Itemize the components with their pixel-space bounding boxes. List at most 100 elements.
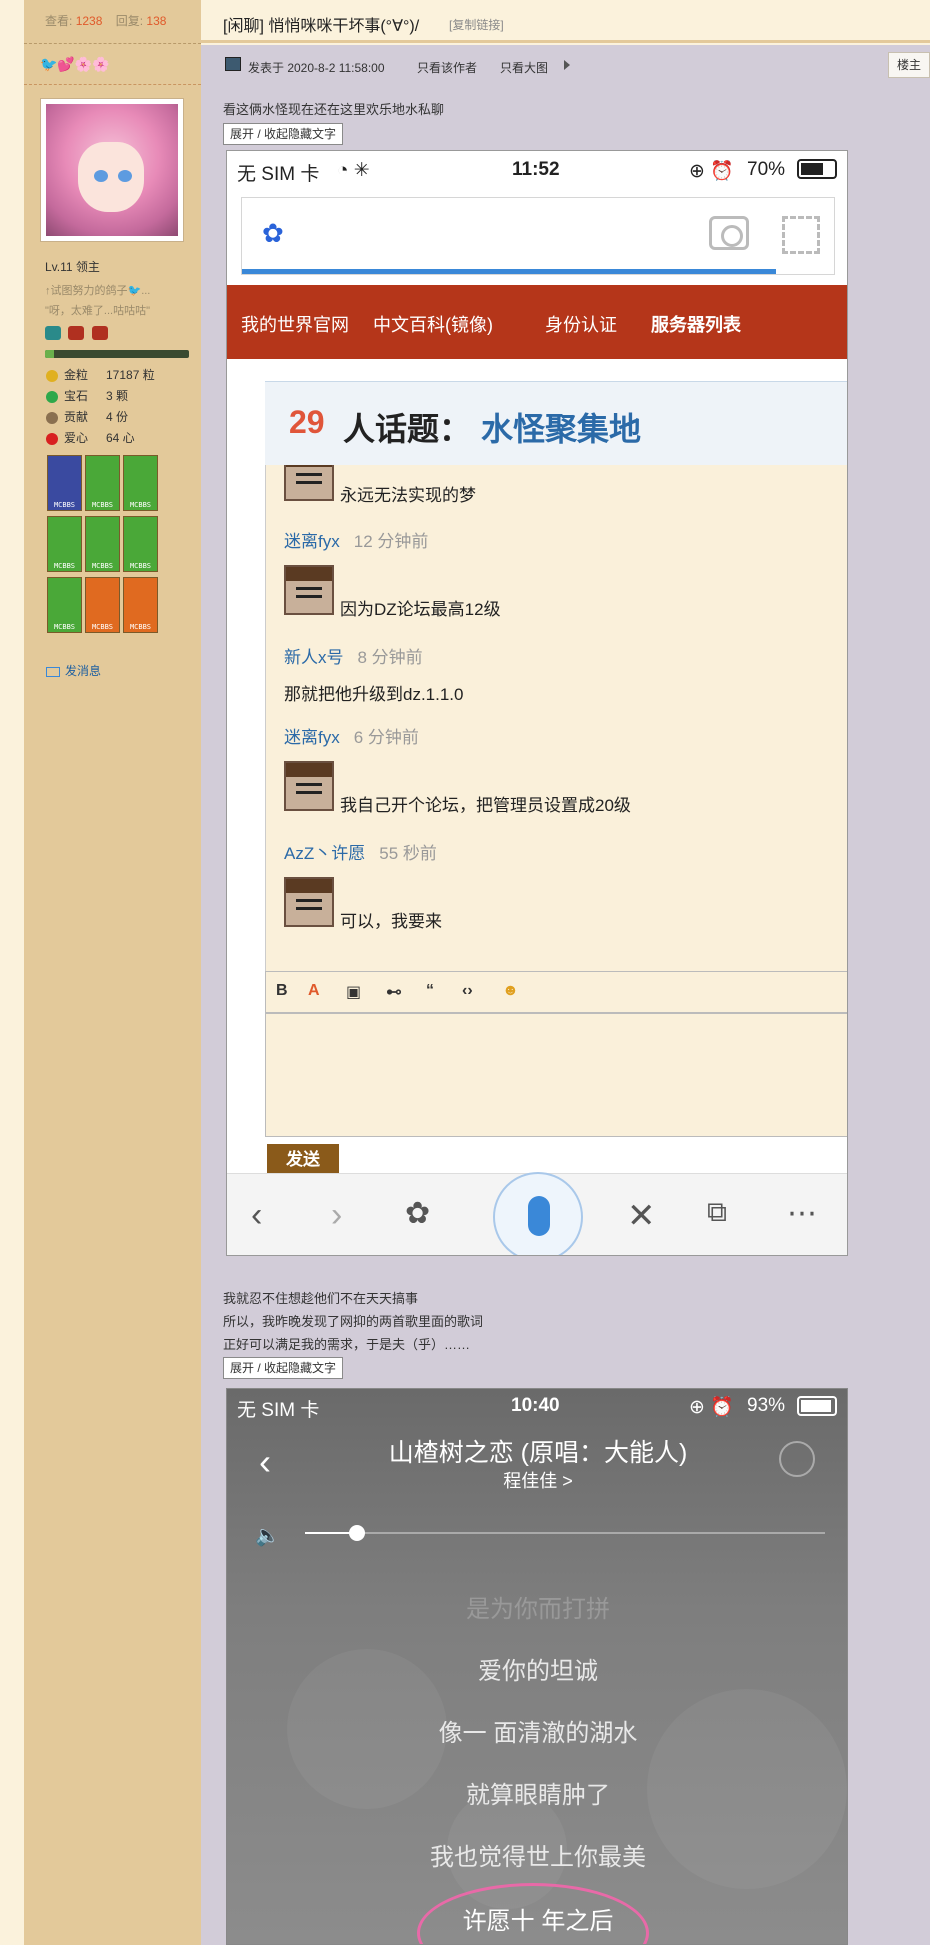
more-icon[interactable]: ⋯ bbox=[787, 1196, 817, 1231]
signature-line: "呀，太难了...咕咕咕" bbox=[45, 305, 150, 317]
back-icon[interactable]: ‹ bbox=[251, 1196, 262, 1235]
medal-grid: MCBBS MCBBS MCBBS MCBBS MCBBS MCBBS MCBB… bbox=[47, 455, 163, 638]
nav-official-site[interactable]: 我的世界官网 bbox=[241, 311, 349, 337]
signature-line: ↑试图努力的鸽子🐦... bbox=[45, 285, 151, 297]
medal-badge[interactable]: MCBBS bbox=[85, 516, 120, 572]
chat-author[interactable]: 新人x号 8 分钟前 bbox=[284, 643, 423, 668]
screenshot-music-player[interactable]: 无 SIM 卡 10:40 ⊕ ⏰ 93% ‹ 山楂树之恋 (原唱：大能人) 程… bbox=[226, 1388, 848, 1945]
medal-badge[interactable]: MCBBS bbox=[85, 455, 120, 511]
medal-badge[interactable]: MCBBS bbox=[123, 455, 158, 511]
stat-gem: 宝石 3 颗 bbox=[46, 387, 196, 403]
user-level: Lv.11 领主 bbox=[45, 260, 100, 274]
stat-gold: 金粒 17187 粒 bbox=[46, 366, 196, 382]
medal-badge[interactable]: MCBBS bbox=[47, 516, 82, 572]
lyric-line: 我也觉得世上你最美 bbox=[430, 1844, 646, 1871]
quote-icon[interactable]: “ bbox=[426, 982, 434, 1000]
copy-link-button[interactable]: [复制链接] bbox=[449, 16, 504, 33]
avatar-image[interactable] bbox=[46, 104, 178, 236]
song-title: 山楂树之恋 (原唱：大能人) bbox=[388, 1439, 688, 1467]
scan-icon[interactable] bbox=[782, 216, 820, 254]
emoji-icon[interactable]: ☻ bbox=[502, 982, 519, 1000]
image-icon[interactable]: ▣ bbox=[346, 982, 361, 1002]
gem-icon bbox=[46, 390, 58, 403]
toggle-hidden-button[interactable]: 展开 / 收起隐藏文字 bbox=[223, 1357, 344, 1379]
chat-message: 可以，我要来 bbox=[340, 912, 442, 931]
lyric-line: 爱你的坦诚 bbox=[478, 1658, 598, 1685]
code-icon[interactable]: ‹› bbox=[462, 982, 473, 1000]
lyric-line: 像一 面清澈的湖水 bbox=[438, 1720, 638, 1747]
song-artist[interactable]: 程佳佳 > bbox=[227, 1467, 847, 1493]
views-count: 1238 bbox=[75, 14, 103, 28]
status-time: 11:52 bbox=[512, 159, 560, 180]
alarm-icon: ⊕ ⏰ bbox=[689, 1397, 734, 1418]
medal-badge[interactable]: MCBBS bbox=[123, 516, 158, 572]
nav-auth[interactable]: 身份认证 bbox=[545, 311, 617, 337]
floor-label: 楼主 bbox=[888, 52, 930, 78]
medal-badge[interactable]: MCBBS bbox=[85, 577, 120, 633]
toggle-hidden-button[interactable]: 展开 / 收起隐藏文字 bbox=[223, 123, 344, 145]
medal-badge[interactable]: MCBBS bbox=[47, 455, 82, 511]
volume-knob[interactable] bbox=[349, 1525, 365, 1541]
search-input[interactable]: ✿ bbox=[241, 197, 835, 275]
divider bbox=[24, 43, 201, 44]
tabs-icon[interactable]: ⧉ bbox=[707, 1196, 727, 1229]
divider bbox=[24, 84, 201, 85]
post-text: 正好可以满足我的需求，于是夫（乎）…… bbox=[223, 1337, 471, 1352]
volume-slider[interactable] bbox=[305, 1525, 825, 1541]
share-icon[interactable] bbox=[779, 1441, 815, 1477]
bold-icon[interactable]: B bbox=[276, 982, 288, 1000]
battery-icon bbox=[797, 159, 837, 179]
avatar[interactable] bbox=[40, 98, 184, 242]
site-nav: 我的世界官网 中文百科(镜像) 身份认证 服务器列表 bbox=[227, 285, 847, 359]
heart-icon bbox=[46, 432, 58, 445]
message-textarea[interactable] bbox=[265, 1013, 847, 1137]
chat-author[interactable]: 迷离fyx 6 分钟前 bbox=[284, 723, 419, 748]
send-button[interactable]: 发送 bbox=[267, 1144, 339, 1174]
user-tags: 🐦💕🌸🌸 bbox=[40, 56, 110, 72]
bus-icon bbox=[45, 326, 61, 340]
play-icon[interactable] bbox=[564, 60, 570, 70]
battery-percent: 93% bbox=[747, 1395, 786, 1416]
post-text: 所以，我昨晚发现了网抑的两首歌里面的歌词 bbox=[223, 1314, 484, 1329]
contribution-icon bbox=[46, 411, 58, 424]
baidu-paw-icon: ✿ bbox=[262, 218, 284, 248]
chat-message: 我自己开个论坛，把管理员设置成20级 bbox=[340, 796, 631, 815]
chat-author[interactable]: AzZ丶许愿 55 秒前 bbox=[284, 839, 437, 864]
chat-avatar bbox=[284, 565, 334, 615]
nav-wiki[interactable]: 中文百科(镜像) bbox=[373, 311, 493, 337]
link-icon[interactable]: ⊷ bbox=[386, 982, 402, 1002]
chat-author[interactable]: 迷离fyx 12 分钟前 bbox=[284, 527, 428, 552]
forward-icon[interactable]: › bbox=[331, 1196, 342, 1235]
send-message-link[interactable]: 发消息 bbox=[46, 662, 101, 679]
chat-avatar bbox=[284, 761, 334, 811]
medal-badge[interactable]: MCBBS bbox=[123, 577, 158, 633]
post-text: 我就忍不住想趁他们不在天天搞事 bbox=[223, 1291, 419, 1306]
chat-messages: 永远无法实现的梦 迷离fyx 12 分钟前 因为DZ论坛最高12级 新人x号 8 分… bbox=[265, 465, 847, 971]
phone-status-bar: 无 SIM 卡 ◔ ✳ 11:52 ⊕ ⏰ 70% bbox=[227, 151, 847, 189]
microphone-icon[interactable] bbox=[493, 1172, 583, 1255]
post-time: 发表于 2020-8-2 11:58:00 bbox=[248, 61, 385, 75]
nav-server-list[interactable]: 服务器列表 bbox=[651, 311, 741, 337]
chat-avatar bbox=[284, 465, 334, 501]
close-icon[interactable]: ✕ bbox=[627, 1196, 656, 1236]
only-image-link[interactable]: 只看大图 bbox=[500, 59, 548, 76]
baidu-paw-icon[interactable]: ✿ bbox=[405, 1196, 430, 1231]
camera-icon[interactable] bbox=[709, 216, 749, 250]
chat-message: 因为DZ论坛最高12级 bbox=[340, 600, 501, 619]
replies-count: 138 bbox=[146, 14, 167, 28]
volume-icon[interactable]: 🔈 bbox=[255, 1523, 280, 1548]
group-icons bbox=[45, 326, 111, 345]
editor-toolbar: B A ▣ ⊷ “ ‹› ☻ bbox=[265, 971, 847, 1013]
carrier-label: 无 SIM 卡 bbox=[237, 164, 320, 185]
thread-stats: 查看: 1238 回复: 138 bbox=[45, 12, 166, 29]
topic-label: 人话题： bbox=[343, 411, 472, 447]
font-color-icon[interactable]: A bbox=[308, 982, 320, 1000]
browser-toolbar: ‹ › ✿ ✕ ⧉ ⋯ bbox=[227, 1172, 847, 1255]
xp-bar bbox=[45, 350, 189, 358]
only-author-link[interactable]: 只看该作者 bbox=[417, 59, 477, 76]
carrier-label: 无 SIM 卡 bbox=[237, 1400, 320, 1421]
highlight-annotation bbox=[417, 1883, 649, 1944]
screenshot-chat[interactable]: 无 SIM 卡 ◔ ✳ 11:52 ⊕ ⏰ 70% ✿ 我的世界官网 中文百科(… bbox=[226, 150, 848, 1256]
battery-icon bbox=[797, 1396, 837, 1416]
medal-badge[interactable]: MCBBS bbox=[47, 577, 82, 633]
